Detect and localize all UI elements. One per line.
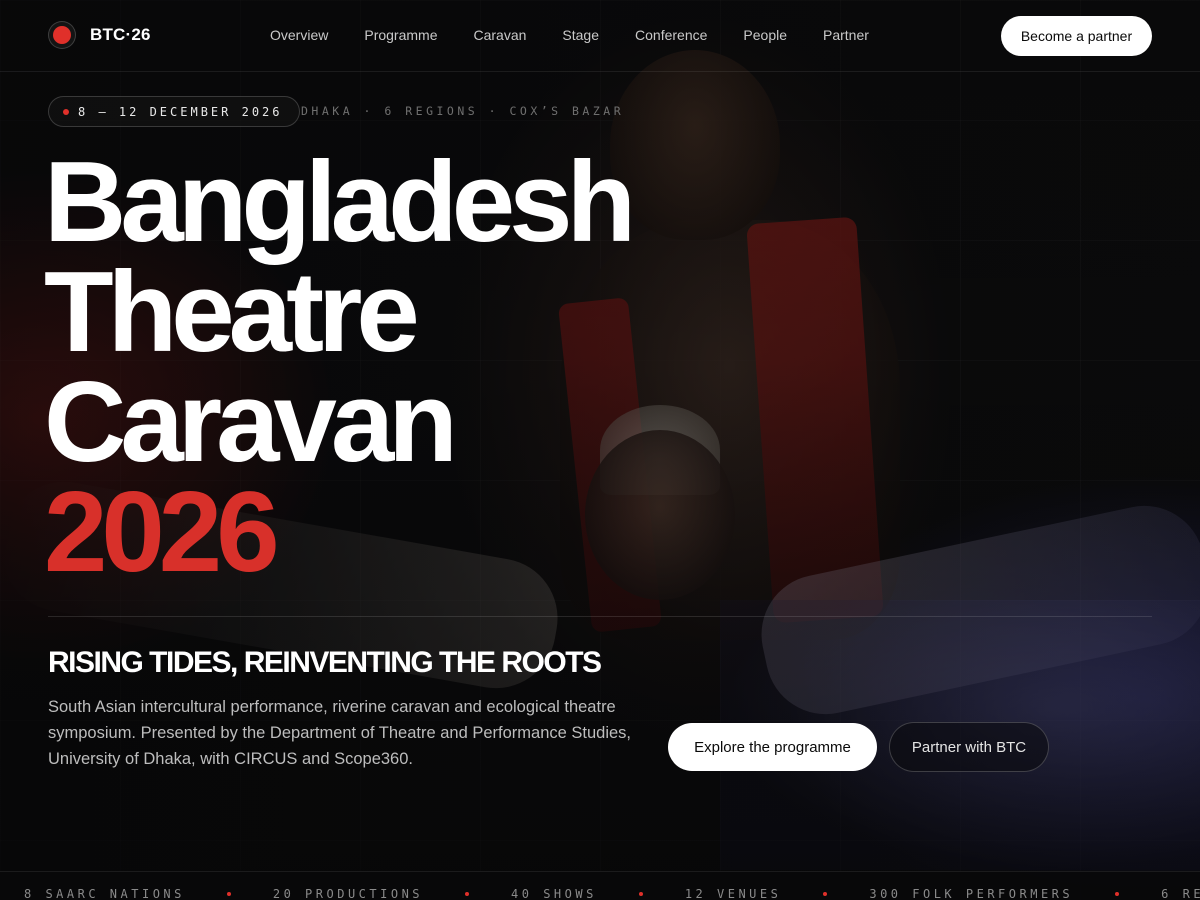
hero-title-year: 2026 bbox=[44, 469, 280, 596]
live-dot-icon bbox=[63, 108, 69, 115]
stat-item: 300 FOLK PERFORMERS bbox=[869, 887, 1074, 900]
hero-title-line: Bangladesh bbox=[44, 139, 636, 266]
hero-divider bbox=[48, 616, 1152, 617]
hero-description: South Asian intercultural performance, r… bbox=[48, 698, 631, 768]
hero-title-line: Caravan bbox=[44, 359, 458, 486]
separator-dot-icon bbox=[1115, 892, 1120, 896]
nav-link-programme[interactable]: Programme bbox=[364, 27, 437, 43]
separator-dot-icon bbox=[823, 892, 828, 896]
nav-link-overview[interactable]: Overview bbox=[270, 27, 328, 43]
stat-item: 8 SAARC NATIONS bbox=[24, 887, 185, 900]
stat-item: 12 VENUES bbox=[684, 887, 782, 900]
nav-link-stage[interactable]: Stage bbox=[562, 27, 599, 43]
brand-name: BTC·26 bbox=[90, 25, 151, 44]
nav-link-people[interactable]: People bbox=[743, 27, 787, 43]
hero-title-line: Theatre bbox=[44, 249, 420, 376]
event-dates-badge: 8 – 12 DECEMBER 2026 bbox=[48, 96, 300, 127]
become-partner-button[interactable]: Become a partner bbox=[1001, 16, 1152, 56]
stats-ticker: 8 SAARC NATIONS 20 PRODUCTIONS 40 SHOWS … bbox=[0, 871, 1200, 900]
stat-item: 40 SHOWS bbox=[511, 887, 597, 900]
stat-item: 6 REGIONAL CLUSTERS bbox=[1161, 887, 1200, 900]
top-navigation: BTC·26 Overview Programme Caravan Stage … bbox=[0, 0, 1200, 72]
separator-dot-icon bbox=[638, 892, 643, 896]
nav-links: Overview Programme Caravan Stage Confere… bbox=[270, 27, 869, 43]
hero-tagline: RISING TIDES, REINVENTING THE ROOTS bbox=[48, 646, 602, 679]
stats-track: 8 SAARC NATIONS 20 PRODUCTIONS 40 SHOWS … bbox=[24, 887, 1200, 900]
partner-with-btc-button[interactable]: Partner with BTC bbox=[889, 722, 1049, 772]
event-dates: 8 – 12 DECEMBER 2026 bbox=[78, 104, 283, 119]
event-locations: DHAKA · 6 REGIONS · COX’S BAZAR bbox=[301, 104, 625, 118]
hero-title: Bangladesh Theatre Caravan 2026 bbox=[44, 139, 636, 596]
nav-link-partner[interactable]: Partner bbox=[823, 27, 869, 43]
brand-logo-link[interactable]: BTC·26 bbox=[48, 21, 151, 49]
nav-link-conference[interactable]: Conference bbox=[635, 27, 707, 43]
brand-logo-icon bbox=[48, 21, 76, 49]
separator-dot-icon bbox=[226, 892, 231, 896]
separator-dot-icon bbox=[465, 892, 470, 896]
nav-link-caravan[interactable]: Caravan bbox=[474, 27, 527, 43]
explore-programme-button[interactable]: Explore the programme bbox=[668, 723, 877, 771]
stat-item: 20 PRODUCTIONS bbox=[272, 887, 424, 900]
